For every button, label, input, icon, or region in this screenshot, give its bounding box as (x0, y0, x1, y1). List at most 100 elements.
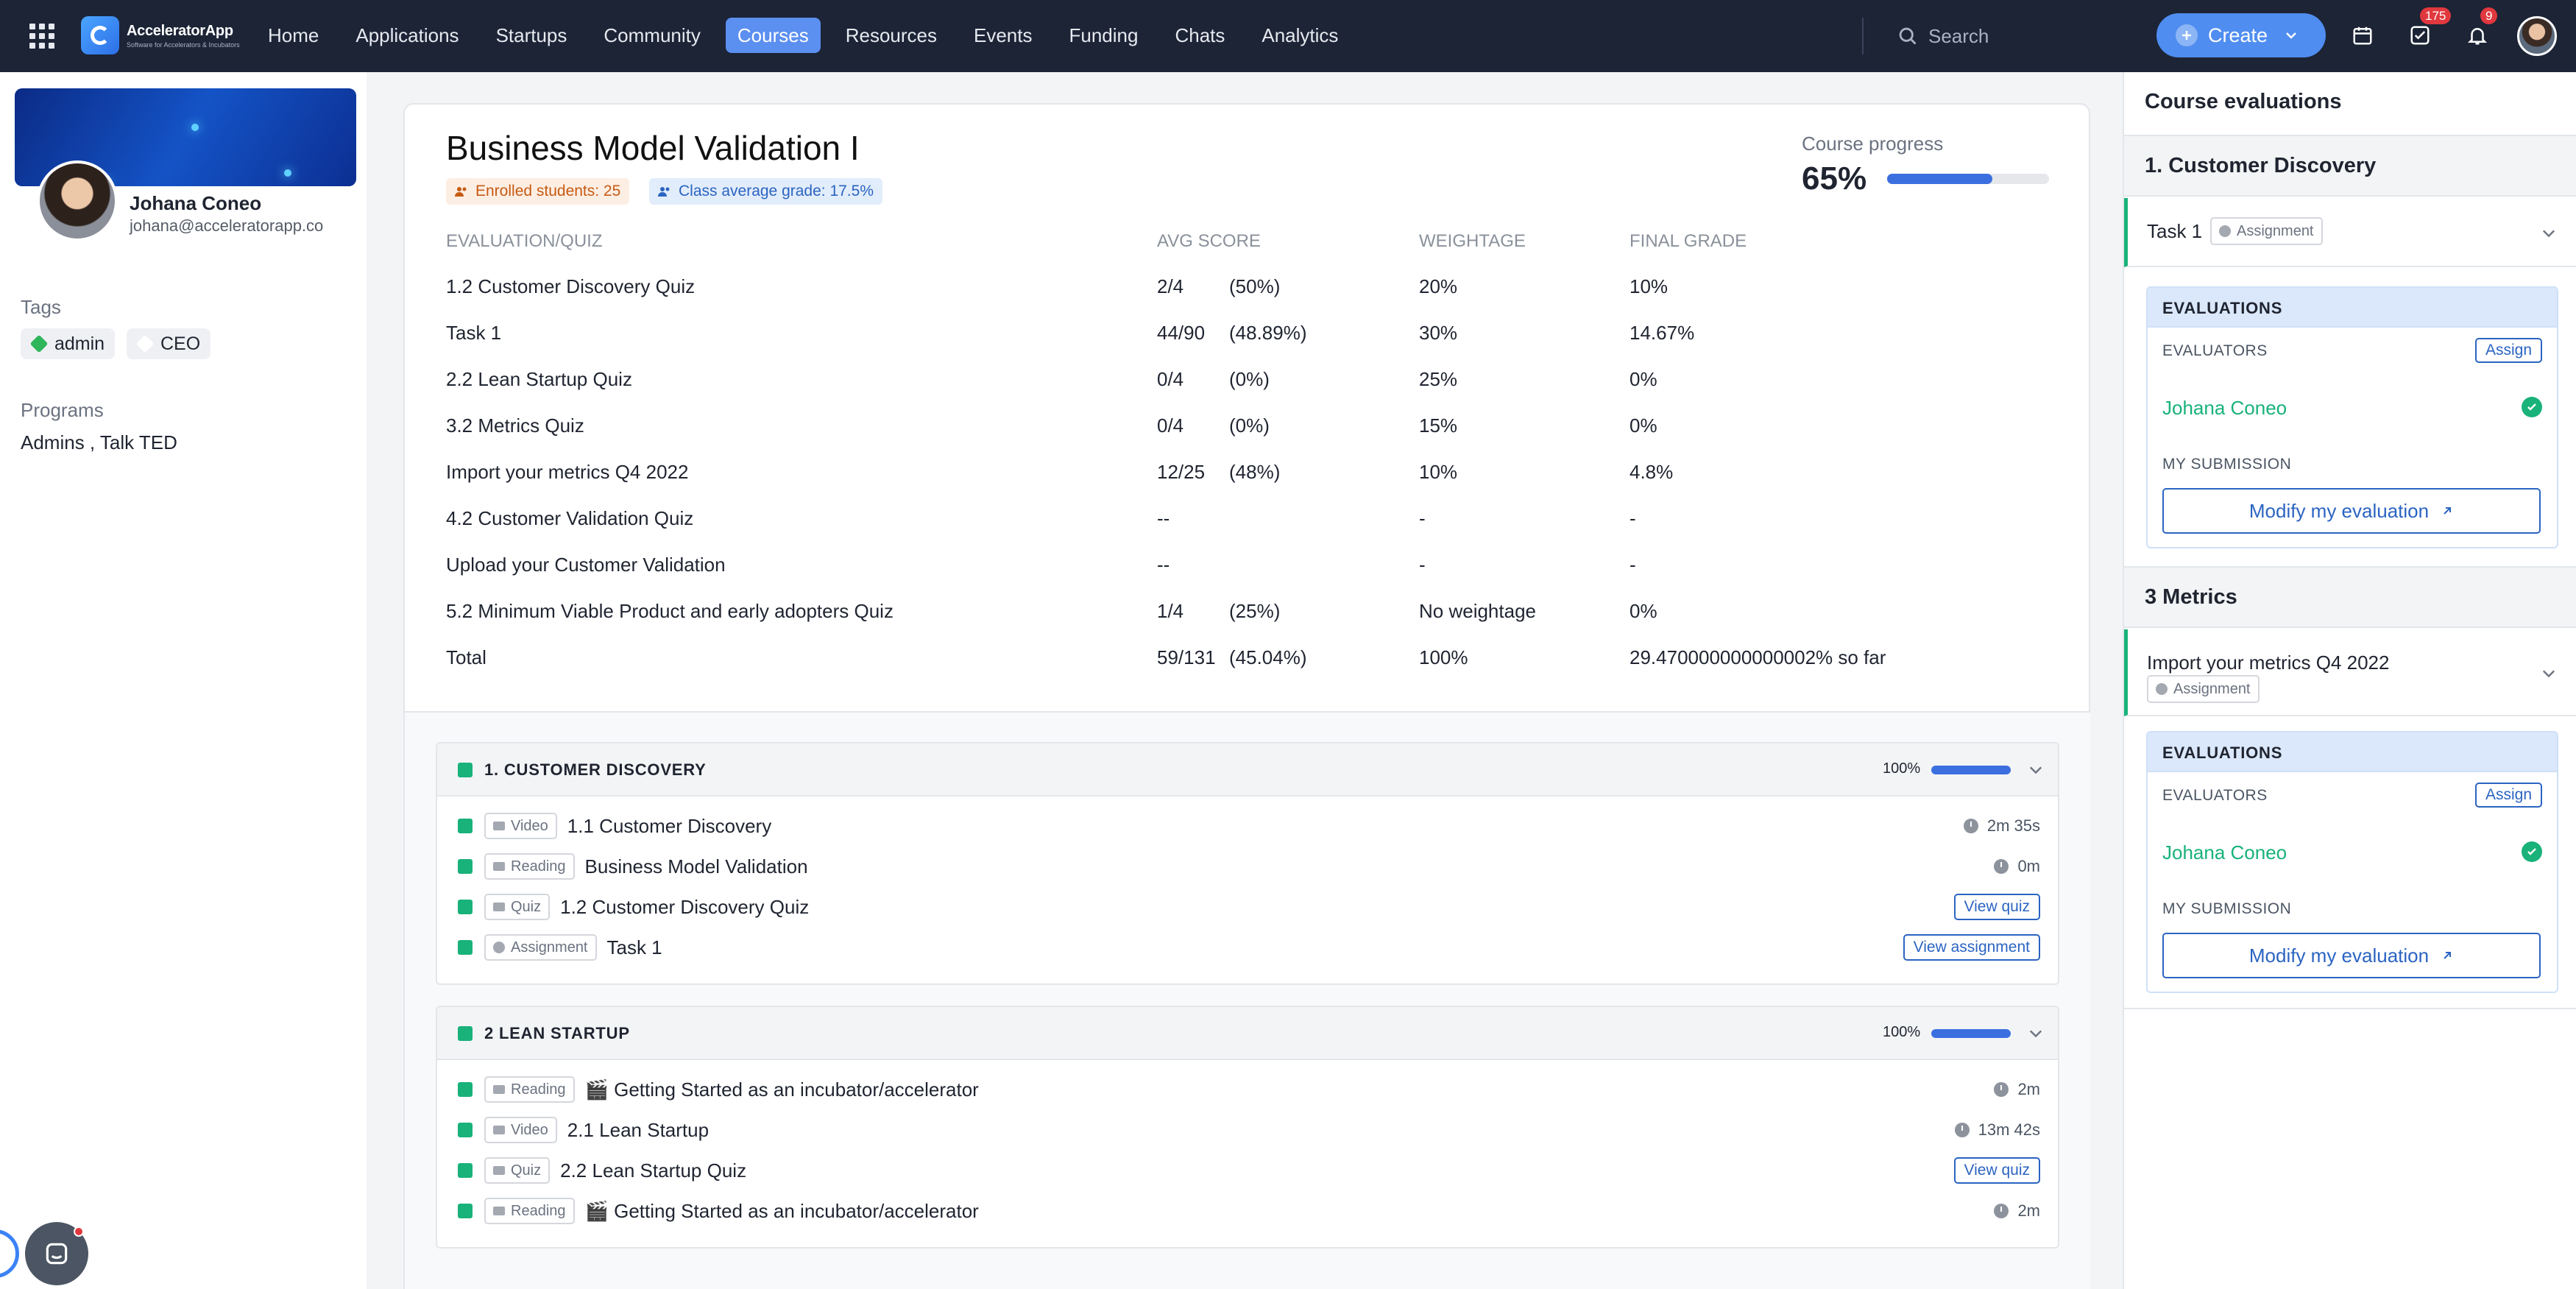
video-icon (493, 822, 505, 830)
my-submission-label: MY SUBMISSION (2162, 900, 2292, 917)
tag-admin[interactable]: admin (21, 328, 116, 359)
create-button[interactable]: Create (2156, 13, 2326, 57)
create-label: Create (2208, 24, 2268, 46)
item-title[interactable]: 1.2 Customer Discovery Quiz (560, 896, 809, 919)
item-duration: 0m (1994, 857, 2040, 876)
evaluation-name: 3.2 Metrics Quiz (446, 414, 584, 437)
modify-evaluation-button[interactable]: Modify my evaluation (2162, 933, 2541, 978)
module-header[interactable]: 2 LEAN STARTUP 100% (437, 1007, 2058, 1060)
view-assignment-button[interactable]: View assignment (1903, 934, 2040, 961)
item-type-badge: Video (484, 1117, 557, 1143)
search-placeholder: Search (1928, 24, 1989, 47)
nav-events[interactable]: Events (962, 18, 1044, 53)
item-title[interactable]: 2.1 Lean Startup (567, 1119, 709, 1142)
module-item[interactable]: Reading 🎬 Getting Started as an incubator… (458, 1075, 2040, 1104)
nav-community[interactable]: Community (592, 18, 712, 53)
module-item[interactable]: Assignment Task 1 View assignment (458, 933, 2040, 962)
module-item[interactable]: Video 2.1 Lean Startup 13m 42s (458, 1115, 2040, 1145)
external-link-icon (2444, 952, 2452, 959)
apps-grid-icon[interactable] (29, 24, 54, 49)
app-logo[interactable]: AcceleratorApp Software for Accelerators… (81, 16, 240, 54)
clock-icon (1994, 1204, 2009, 1218)
module-item[interactable]: Video 1.1 Customer Discovery 2m 35s (458, 811, 2040, 841)
final-grade: 29.470000000000002% so far (1630, 646, 1886, 668)
evaluator-name[interactable]: Johana Coneo (2162, 397, 2287, 420)
weightage: 100% (1419, 646, 1468, 668)
weightage: 15% (1419, 414, 1458, 437)
nav-analytics[interactable]: Analytics (1250, 18, 1350, 53)
calendar-icon[interactable] (2348, 21, 2377, 50)
course-evaluations-panel: Course evaluations 1. Customer Discovery… (2123, 72, 2576, 1289)
programs-value: Admins , Talk TED (21, 431, 177, 453)
evaluation-name: 1.2 Customer Discovery Quiz (446, 275, 696, 297)
module-item[interactable]: Quiz 2.2 Lean Startup Quiz View quiz (458, 1156, 2040, 1185)
tasks-icon[interactable]: 175 (2405, 7, 2452, 50)
book-icon (493, 1207, 505, 1215)
avg-score: 1/4 (1157, 600, 1184, 622)
module-item[interactable]: Quiz 1.2 Customer Discovery Quiz View quiz (458, 892, 2040, 922)
assignment-icon (2219, 225, 2231, 237)
avg-score: 44/90 (1157, 322, 1206, 344)
evaluator-name[interactable]: Johana Coneo (2162, 841, 2287, 864)
header-weightage: WEIGHTAGE (1419, 231, 1526, 251)
nav-funding[interactable]: Funding (1057, 18, 1150, 53)
module-percent: 100% (1883, 760, 1921, 777)
weightage: - (1419, 554, 1426, 576)
notifications-badge: 9 (2480, 7, 2498, 24)
chat-launcher-button[interactable] (25, 1222, 88, 1285)
nav-home[interactable]: Home (256, 18, 330, 53)
item-title[interactable]: 1.1 Customer Discovery (567, 815, 771, 838)
module-progress-bar (1931, 1029, 2011, 1038)
bell-icon[interactable]: 9 (2463, 7, 2498, 50)
evaluations-box: EVALUATIONS EVALUATORS Assign Johana Con… (2146, 286, 2558, 548)
module-title: 2 LEAN STARTUP (484, 1024, 630, 1042)
item-title[interactable]: 🎬 Getting Started as an incubator/accele… (585, 1078, 979, 1101)
module-header[interactable]: 1. CUSTOMER DISCOVERY 100% (437, 744, 2058, 797)
view-quiz-button[interactable]: View quiz (1953, 894, 2040, 920)
nav-courses[interactable]: Courses (725, 18, 821, 53)
nav-applications[interactable]: Applications (344, 18, 470, 53)
evaluation-name: Task 1 (446, 322, 502, 344)
nav-startups[interactable]: Startups (484, 18, 579, 53)
course-progress-label: Course progress (1802, 133, 1944, 155)
item-type-badge: Video (484, 813, 557, 839)
modify-evaluation-button[interactable]: Modify my evaluation (2162, 488, 2541, 534)
profile-avatar (37, 160, 118, 241)
chevron-down-icon[interactable] (2540, 225, 2558, 242)
eval-task-row[interactable]: Import your metrics Q4 2022 Assignment (2124, 629, 2576, 716)
header-final-grade: FINAL GRADE (1630, 231, 1747, 251)
nav-divider (1862, 18, 1864, 54)
item-title[interactable]: 2.2 Lean Startup Quiz (560, 1159, 746, 1182)
floating-ring-button[interactable] (0, 1229, 19, 1278)
search-input[interactable]: Search (1897, 18, 1989, 54)
item-duration: 13m 42s (1954, 1120, 2040, 1140)
avg-score: 0/4 (1157, 414, 1184, 437)
eval-task-row[interactable]: Task 1 Assignment (2124, 198, 2576, 267)
view-quiz-button[interactable]: View quiz (1953, 1157, 2040, 1184)
search-icon (1899, 27, 1917, 45)
chevron-down-icon[interactable] (2027, 761, 2045, 779)
module-item[interactable]: Reading Business Model Validation 0m (458, 852, 2040, 881)
course-progress-fill (1887, 174, 1992, 184)
module-item[interactable]: Reading 🎬 Getting Started as an incubator… (458, 1196, 2040, 1226)
text-icon (493, 903, 505, 911)
chevron-down-icon[interactable] (2027, 1025, 2045, 1042)
nav-resources[interactable]: Resources (834, 18, 949, 53)
item-status-icon (458, 1082, 473, 1097)
create-icon (2176, 24, 2198, 46)
avg-score: 2/4 (1157, 275, 1184, 297)
avg-percent: (50%) (1229, 275, 1281, 297)
item-title[interactable]: Business Model Validation (585, 855, 808, 878)
final-grade: 10% (1630, 275, 1669, 297)
item-title[interactable]: Task 1 (607, 936, 662, 959)
item-title[interactable]: 🎬 Getting Started as an incubator/accele… (585, 1200, 979, 1223)
logo-name: AcceleratorApp (127, 22, 233, 39)
user-avatar[interactable] (2517, 16, 2557, 56)
assign-button[interactable]: Assign (2474, 338, 2542, 363)
chevron-down-icon[interactable] (2540, 665, 2558, 682)
panel-divider (2124, 1008, 2576, 1009)
assign-button[interactable]: Assign (2474, 783, 2542, 808)
evaluations-box-title: EVALUATIONS (2162, 744, 2283, 762)
tag-ceo[interactable]: CEO (127, 328, 211, 359)
nav-chats[interactable]: Chats (1163, 18, 1236, 53)
